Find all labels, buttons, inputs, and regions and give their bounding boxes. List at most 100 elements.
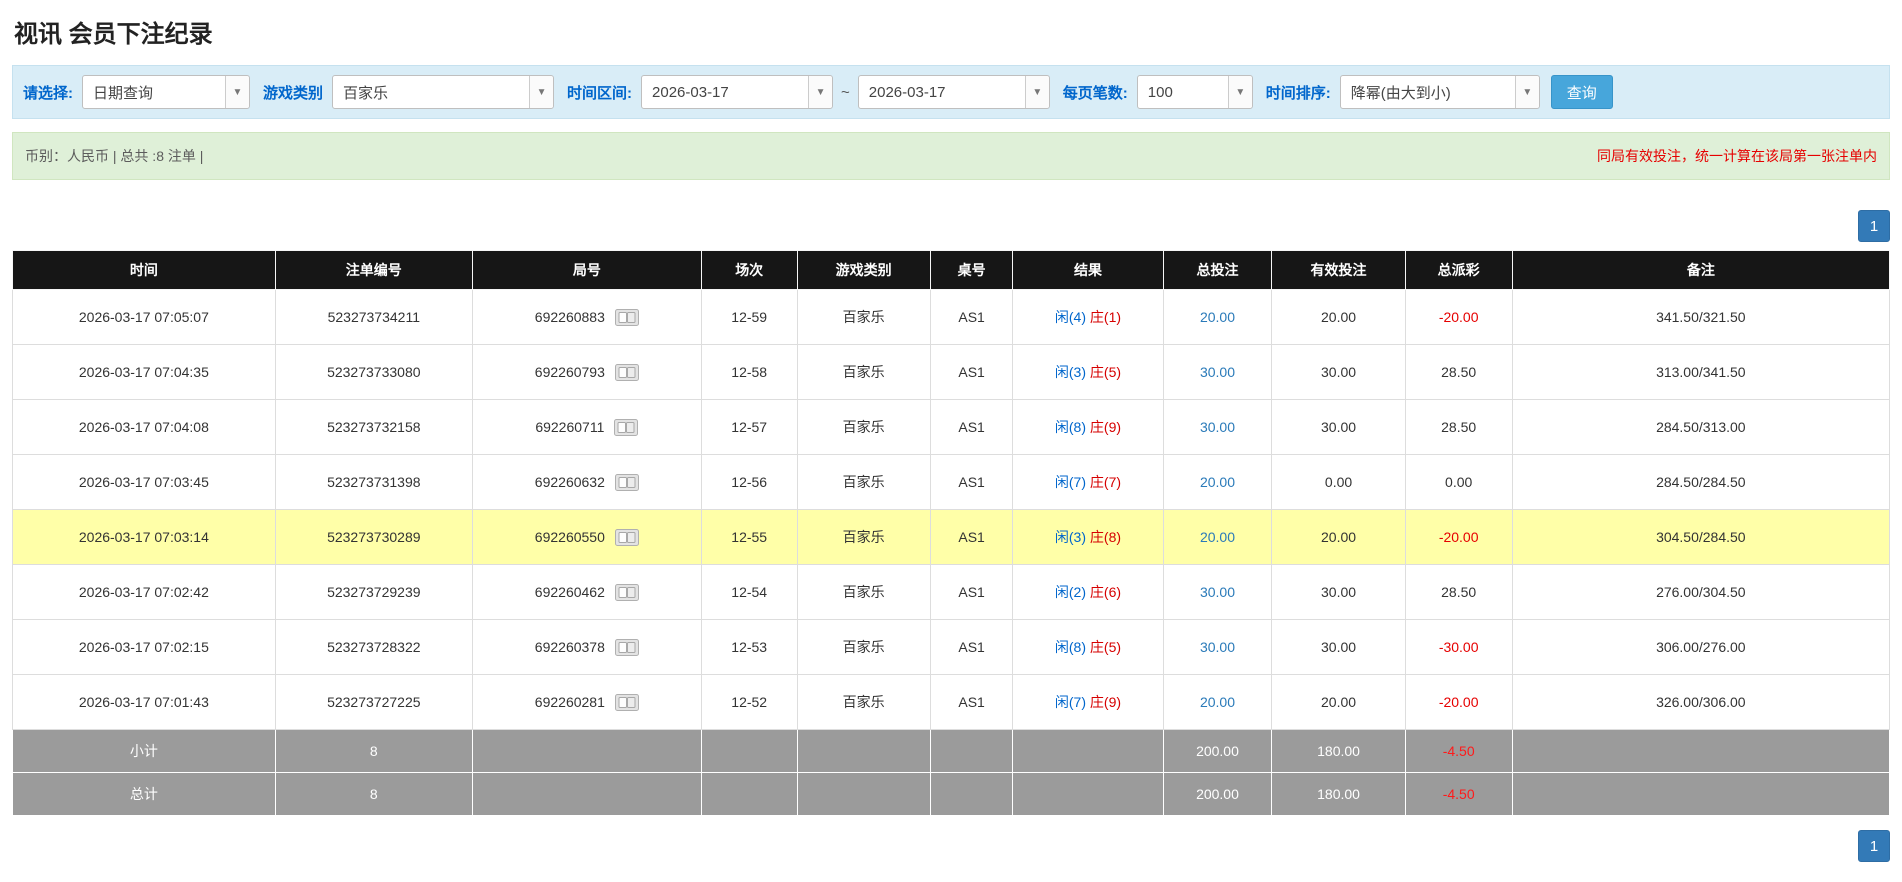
result-banker: 庄(9) (1089, 694, 1122, 710)
bet-records-table: 时间 注单编号 局号 场次 游戏类别 桌号 结果 总投注 有效投注 总派彩 备注 2026-03-1… (12, 250, 1891, 816)
table-row: 2026-03-17 07:04:35 523273733080 692260793… (12, 344, 1891, 400)
column-header: 桌号 (929, 250, 1014, 290)
view-cards-icon[interactable] (614, 583, 639, 601)
column-header: 游戏类别 (796, 250, 931, 290)
cell-table-no: AS1 (929, 289, 1014, 345)
result-player: 闲(3) (1054, 364, 1087, 380)
currency-summary-text: 币别：人民币 | 总共 :8 注单 | (25, 148, 204, 164)
cell-payout: -20.00 (1404, 509, 1513, 565)
summary-payout-value: -4.50 (1442, 786, 1475, 802)
cell-valid-bet: 30.00 (1271, 399, 1406, 455)
chevron-down-icon: ▼ (529, 76, 554, 108)
view-cards-icon[interactable] (614, 418, 639, 436)
total-bet-link[interactable]: 20.00 (1200, 474, 1235, 490)
result-banker: 庄(1) (1089, 309, 1122, 325)
result-player: 闲(3) (1054, 529, 1087, 545)
total-bet-link[interactable]: 30.00 (1200, 584, 1235, 600)
summary-cell (929, 729, 1014, 773)
pagination-page-1[interactable]: 1 (1858, 830, 1890, 862)
total-bet-link[interactable]: 20.00 (1200, 529, 1235, 545)
time-sort-label: 时间排序: (1265, 84, 1331, 102)
date-from-select[interactable]: 2026-03-17 ▼ (641, 75, 834, 109)
total-bet-link[interactable]: 20.00 (1200, 309, 1235, 325)
game-category-select[interactable]: 百家乐 ▼ (332, 75, 555, 109)
view-cards-icon[interactable] (614, 308, 639, 326)
table-row: 2026-03-17 07:02:15 523273728322 692260378… (12, 619, 1891, 675)
payout-value: 28.50 (1441, 584, 1477, 600)
column-header: 时间 (12, 250, 276, 290)
summary-payout-value: -4.50 (1442, 743, 1475, 759)
cell-valid-bet: 20.00 (1271, 509, 1406, 565)
search-button[interactable]: 查询 (1550, 75, 1613, 109)
cell-total-bet: 20.00 (1162, 289, 1273, 345)
total-bet-link[interactable]: 30.00 (1200, 364, 1235, 380)
result-player: 闲(4) (1054, 309, 1087, 325)
cell-table-no: AS1 (929, 619, 1014, 675)
total-bet-link[interactable]: 30.00 (1200, 639, 1235, 655)
page-size-select[interactable]: 100 ▼ (1136, 75, 1253, 109)
view-cards-icon[interactable] (614, 638, 639, 656)
cell-session: 12-54 (700, 564, 798, 620)
cell-game-category: 百家乐 (796, 344, 931, 400)
cell-table-no: AS1 (929, 399, 1014, 455)
payout-value: 0.00 (1445, 474, 1473, 490)
cell-game-category: 百家乐 (796, 509, 931, 565)
round-id-text: 692260550 (534, 529, 605, 545)
summary-cell (700, 729, 798, 773)
round-id-text: 692260883 (534, 309, 605, 325)
column-header: 总投注 (1162, 250, 1273, 290)
cell-bet-id: 523273728322 (274, 619, 473, 675)
date-from-value: 2026-03-17 (652, 83, 729, 101)
cell-bet-id: 523273732158 (274, 399, 473, 455)
round-id-text: 692260281 (534, 694, 605, 710)
date-to-select[interactable]: 2026-03-17 ▼ (857, 75, 1050, 109)
result-player: 闲(8) (1054, 639, 1087, 655)
summary-cell (929, 772, 1014, 816)
pagination-page-1[interactable]: 1 (1858, 210, 1890, 242)
cell-table-no: AS1 (929, 674, 1014, 730)
chevron-down-icon: ▼ (808, 76, 833, 108)
cell-bet-id: 523273731398 (274, 454, 473, 510)
cell-round-id: 692260632 (471, 454, 702, 510)
summary-cell: 8 (274, 729, 473, 773)
summary-cell: 180.00 (1271, 729, 1406, 773)
time-range-label: 时间区间: (567, 84, 633, 102)
range-separator: ~ (841, 83, 850, 101)
cell-game-category: 百家乐 (796, 399, 931, 455)
view-cards-icon[interactable] (614, 528, 639, 546)
total-bet-link[interactable]: 30.00 (1200, 419, 1235, 435)
cell-payout: -20.00 (1404, 289, 1513, 345)
summary-cell: 总计 (12, 772, 276, 816)
total-bet-link[interactable]: 20.00 (1200, 694, 1235, 710)
cell-payout: 0.00 (1404, 454, 1513, 510)
cell-remark: 341.50/321.50 (1511, 289, 1891, 345)
cell-result: 闲(3) 庄(5) (1012, 344, 1164, 400)
result-banker: 庄(7) (1089, 474, 1122, 490)
table-row: 2026-03-17 07:01:43 523273727225 692260281… (12, 674, 1891, 730)
total-row: 总计 8 200.00 180.00 -4.50 (12, 772, 1891, 816)
view-cards-icon[interactable] (614, 363, 639, 381)
cell-result: 闲(3) 庄(8) (1012, 509, 1164, 565)
column-header: 结果 (1012, 250, 1164, 290)
cell-session: 12-58 (700, 344, 798, 400)
page: 视讯 会员下注纪录 请选择: 日期查询 ▼ 游戏类别 百家乐 ▼ 时间区间: 2… (0, 0, 1902, 882)
cell-time: 2026-03-17 07:03:14 (12, 509, 276, 565)
summary-cell (471, 772, 702, 816)
cell-payout: 28.50 (1404, 564, 1513, 620)
cell-total-bet: 30.00 (1162, 399, 1273, 455)
info-bar: 币别：人民币 | 总共 :8 注单 | 同局有效投注，统一计算在该局第一张注单内 (12, 132, 1890, 180)
time-sort-select[interactable]: 降幂(由大到小) ▼ (1339, 75, 1540, 109)
cell-remark: 284.50/284.50 (1511, 454, 1891, 510)
cell-time: 2026-03-17 07:04:35 (12, 344, 276, 400)
view-cards-icon[interactable] (614, 473, 639, 491)
round-id-text: 692260462 (534, 584, 605, 600)
view-cards-icon[interactable] (614, 693, 639, 711)
page-size-value: 100 (1147, 83, 1173, 101)
round-id-text: 692260711 (535, 419, 605, 435)
query-type-select[interactable]: 日期查询 ▼ (82, 75, 250, 109)
payout-value: -20.00 (1438, 694, 1479, 710)
cell-result: 闲(4) 庄(1) (1012, 289, 1164, 345)
game-category-label: 游戏类别 (263, 84, 324, 102)
column-header: 有效投注 (1271, 250, 1406, 290)
summary-cell (796, 729, 931, 773)
